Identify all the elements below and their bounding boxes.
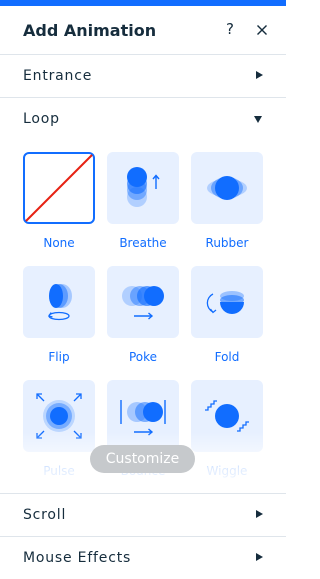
breathe-icon (127, 167, 160, 207)
section-label-scroll: Scroll (23, 507, 67, 523)
section-mouse-effects[interactable]: Mouse Effects (0, 537, 286, 579)
preset-label-poke: Poke (128, 350, 158, 364)
preset-wiggle[interactable] (191, 380, 263, 452)
rubber-icon (207, 176, 247, 200)
preset-poke[interactable] (107, 266, 179, 338)
help-button[interactable]: ? (222, 20, 238, 40)
section-scroll[interactable]: Scroll (0, 493, 286, 537)
preset-rubber[interactable] (191, 152, 263, 224)
chevron-right-icon (256, 553, 263, 561)
panel-header: Add Animation ? (0, 6, 286, 55)
section-loop[interactable]: Loop (0, 98, 286, 140)
pulse-icon (36, 393, 82, 439)
preset-breathe[interactable] (107, 152, 179, 224)
section-label-mouse-effects: Mouse Effects (23, 550, 132, 566)
chevron-down-icon (254, 116, 262, 123)
none-icon (25, 154, 93, 222)
preset-label-flip: Flip (48, 350, 70, 364)
chevron-right-icon (256, 71, 263, 79)
section-entrance[interactable]: Entrance (0, 55, 286, 98)
close-icon (257, 25, 267, 35)
preset-bounce[interactable] (107, 380, 179, 452)
section-label-loop: Loop (23, 111, 60, 127)
preset-pulse[interactable] (23, 380, 95, 452)
preset-fold[interactable] (191, 266, 263, 338)
section-label-entrance: Entrance (23, 68, 93, 84)
bounce-icon (120, 400, 166, 436)
preset-label-none: None (43, 236, 75, 250)
panel-title: Add Animation (23, 21, 157, 40)
customize-button[interactable]: Customize (90, 445, 195, 473)
preset-label-pulse: Pulse (43, 464, 75, 478)
close-button[interactable] (253, 20, 271, 40)
preset-label-wiggle: Wiggle (206, 464, 248, 478)
wiggle-icon (205, 400, 249, 432)
loop-presets-grid: None Breathe Rubber Flip Poke Fold Pulse… (0, 140, 286, 492)
poke-icon (122, 286, 164, 320)
flip-icon (48, 284, 72, 321)
preset-label-rubber: Rubber (205, 236, 249, 250)
fold-icon (206, 291, 244, 314)
chevron-right-icon (256, 510, 263, 518)
preset-label-fold: Fold (214, 350, 240, 364)
preset-none[interactable] (23, 152, 95, 224)
preset-flip[interactable] (23, 266, 95, 338)
preset-label-breathe: Breathe (119, 236, 167, 250)
